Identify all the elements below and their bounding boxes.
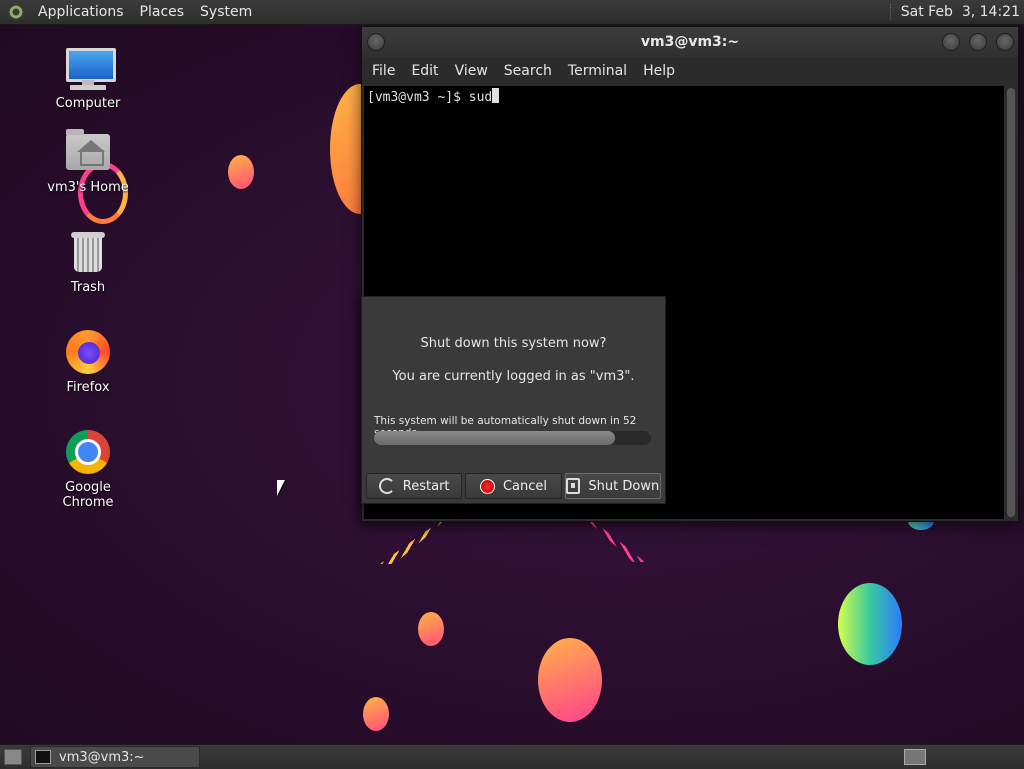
restart-icon bbox=[378, 478, 395, 494]
shutdown-label: Shut Down bbox=[588, 478, 660, 494]
desktop-icon-computer[interactable]: Computer bbox=[38, 44, 138, 111]
desktop-icon-home[interactable]: vm3's Home bbox=[38, 128, 138, 195]
bottom-panel: vm3@vm3:~ bbox=[0, 744, 1024, 769]
wallpaper-blob bbox=[838, 583, 902, 665]
cancel-icon bbox=[479, 478, 495, 494]
close-icon[interactable] bbox=[996, 33, 1014, 51]
scrollbar-thumb[interactable] bbox=[1007, 88, 1015, 517]
terminal-scrollbar[interactable] bbox=[1006, 86, 1016, 519]
panel-clock[interactable]: Sat Feb 3, 14:21 bbox=[889, 4, 1024, 20]
menu-search[interactable]: Search bbox=[498, 63, 562, 79]
minimize-icon[interactable] bbox=[942, 33, 960, 51]
menu-places[interactable]: Places bbox=[132, 4, 193, 20]
desktop-icon-label: Trash bbox=[70, 280, 106, 295]
menu-help[interactable]: Help bbox=[637, 63, 685, 79]
desktop-icon-trash[interactable]: Trash bbox=[38, 228, 138, 295]
terminal-icon bbox=[35, 750, 51, 764]
menu-edit[interactable]: Edit bbox=[405, 63, 448, 79]
desktop-icon-label: Google Chrome bbox=[62, 480, 114, 510]
menu-terminal[interactable]: Terminal bbox=[562, 63, 637, 79]
menu-view[interactable]: View bbox=[449, 63, 498, 79]
dialog-button-row: Restart Cancel Shut Down bbox=[366, 473, 661, 499]
terminal-titlebar[interactable]: vm3@vm3:~ bbox=[362, 27, 1018, 57]
wallpaper-blob bbox=[418, 612, 444, 646]
progress-fill bbox=[374, 431, 615, 445]
dialog-logged-in-text: You are currently logged in as "vm3". bbox=[392, 369, 635, 384]
desktop-icon-label: Computer bbox=[55, 96, 121, 111]
home-folder-icon bbox=[64, 128, 112, 176]
wallpaper-blob bbox=[538, 638, 602, 722]
show-desktop-icon[interactable] bbox=[4, 749, 22, 765]
restart-button[interactable]: Restart bbox=[366, 473, 463, 499]
maximize-icon[interactable] bbox=[969, 33, 987, 51]
trash-icon bbox=[64, 228, 112, 276]
taskbar-item-terminal[interactable]: vm3@vm3:~ bbox=[30, 746, 200, 768]
workspace-switcher-icon[interactable] bbox=[904, 749, 926, 765]
terminal-input[interactable]: sud bbox=[469, 90, 492, 105]
cancel-button[interactable]: Cancel bbox=[465, 473, 562, 499]
firefox-icon bbox=[64, 328, 112, 376]
wallpaper-blob bbox=[363, 697, 389, 731]
desktop-icon-label: vm3's Home bbox=[47, 180, 129, 195]
chrome-icon bbox=[64, 428, 112, 476]
menu-applications[interactable]: Applications bbox=[30, 4, 132, 20]
top-panel: Applications Places System Sat Feb 3, 14… bbox=[0, 0, 1024, 25]
wallpaper-blob bbox=[228, 155, 254, 189]
desktop-icon-chrome[interactable]: Google Chrome bbox=[38, 428, 138, 510]
cancel-label: Cancel bbox=[502, 478, 548, 494]
desktop-icon-firefox[interactable]: Firefox bbox=[38, 328, 138, 395]
menu-file[interactable]: File bbox=[366, 63, 405, 79]
mouse-pointer-icon bbox=[277, 480, 285, 496]
menu-system[interactable]: System bbox=[192, 4, 260, 20]
restart-label: Restart bbox=[402, 478, 450, 494]
shutdown-icon bbox=[566, 478, 581, 494]
countdown-progress-bar bbox=[374, 431, 651, 445]
shutdown-button[interactable]: Shut Down bbox=[564, 473, 661, 499]
dialog-question: Shut down this system now? bbox=[420, 336, 607, 351]
text-cursor bbox=[492, 88, 500, 103]
taskbar-item-label: vm3@vm3:~ bbox=[59, 749, 145, 765]
terminal-prompt: [vm3@vm3 ~]$ bbox=[367, 90, 469, 105]
shutdown-dialog: Shut down this system now? You are curre… bbox=[361, 296, 666, 504]
distro-logo-icon[interactable] bbox=[8, 4, 24, 20]
computer-icon bbox=[64, 44, 116, 92]
terminal-menubar: File Edit View Search Terminal Help bbox=[362, 57, 1018, 85]
terminal-title: vm3@vm3:~ bbox=[640, 34, 740, 50]
desktop-icon-label: Firefox bbox=[66, 380, 110, 395]
